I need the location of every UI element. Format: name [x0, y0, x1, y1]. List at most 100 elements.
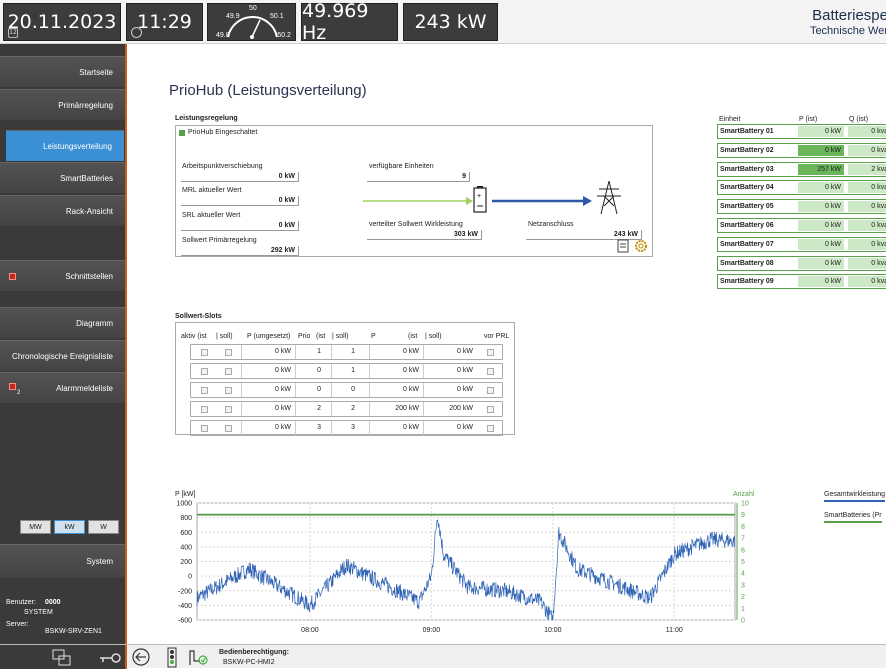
field-label: MRL aktueller Wert: [182, 187, 242, 194]
nav-label: Chronologische Ereignisliste: [12, 351, 113, 361]
battery-row[interactable]: SmartBattery 05 0 kW 0 kva: [717, 199, 886, 215]
battery-row[interactable]: SmartBattery 09 0 kW 0 kva: [717, 274, 886, 290]
unit-kw-button[interactable]: kW: [54, 520, 85, 534]
slot-active-soll-checkbox[interactable]: [225, 387, 232, 394]
slot-separator: [241, 345, 242, 359]
back-arrow-icon[interactable]: [132, 648, 150, 666]
slot-active-ist-checkbox[interactable]: [201, 349, 208, 356]
slot-active-ist-checkbox[interactable]: [201, 406, 208, 413]
slot-separator: [369, 345, 370, 359]
slot-p-ist: 200 kW: [395, 405, 419, 412]
gear-icon[interactable]: [635, 240, 647, 252]
nav-schnittstellen[interactable]: Schnittstellen: [0, 260, 125, 291]
battery-row[interactable]: SmartBattery 02 0 kW 0 kva: [717, 142, 886, 158]
nav-startseite[interactable]: Startseite: [0, 56, 125, 87]
slot-active-soll-checkbox[interactable]: [225, 406, 232, 413]
slot-vor-prl-checkbox[interactable]: [487, 349, 494, 356]
battery-row[interactable]: SmartBattery 04 0 kW 0 kva: [717, 180, 886, 196]
nav-ereignisliste[interactable]: Chronologische Ereignisliste: [0, 340, 125, 371]
slot-active-ist-checkbox[interactable]: [201, 368, 208, 375]
slot-active-ist-checkbox[interactable]: [201, 425, 208, 432]
slot-vor-prl-checkbox[interactable]: [487, 387, 494, 394]
slot-separator: [295, 402, 296, 416]
slot-active-ist-checkbox[interactable]: [201, 387, 208, 394]
slot-prio-soll: 1: [351, 348, 355, 355]
battery-q-value: 0 kva: [848, 238, 886, 250]
slot-p-value: 0 kW: [275, 424, 291, 431]
slot-active-soll-checkbox[interactable]: [225, 368, 232, 375]
nav-leistungsverteilung[interactable]: Leistungsverteilung: [6, 130, 124, 161]
key-icon[interactable]: [99, 652, 121, 664]
slot-separator: [331, 421, 332, 435]
clock-icon: [131, 27, 142, 38]
legend-smartbatteries: SmartBatteries (Pr: [824, 512, 882, 523]
control-panel-title: Leistungsregelung: [175, 115, 238, 122]
slot-separator: [331, 402, 332, 416]
field-value: 0 kW: [181, 196, 299, 206]
power-text: 243 kW: [414, 11, 487, 33]
slot-vor-prl-checkbox[interactable]: [487, 425, 494, 432]
y2-tick-label: 1: [741, 606, 745, 613]
slot-prio-soll: 3: [351, 424, 355, 431]
y-tick-label: 800: [180, 515, 192, 522]
battery-row[interactable]: SmartBattery 01 0 kW 0 kva: [717, 124, 886, 139]
nav-diagramm[interactable]: Diagramm: [0, 307, 125, 338]
power-display: 243 kW: [403, 3, 498, 41]
slots-header: | soll): [425, 333, 442, 340]
slot-active-soll-checkbox[interactable]: [225, 349, 232, 356]
clipboard-icon[interactable]: [617, 239, 629, 253]
y-tick-label: -400: [178, 603, 192, 610]
battery-p-value: 0 kW: [798, 182, 844, 194]
time-text: 11:29: [137, 11, 192, 33]
nav-smartbatteries[interactable]: SmartBatteries: [0, 162, 125, 193]
battery-p-value: 0 kW: [798, 126, 844, 137]
slot-separator: [369, 383, 370, 397]
nav-label: Primärregelung: [58, 100, 113, 110]
slot-p-ist: 0 kW: [403, 367, 419, 374]
nav-rack-ansicht[interactable]: Rack-Ansicht: [0, 195, 125, 226]
battery-name: SmartBattery 05: [720, 203, 774, 211]
field-value: 0 kW: [181, 172, 299, 182]
slot-separator: [295, 345, 296, 359]
time-display: 11:29: [126, 3, 203, 41]
frequency-gauge: 50 49.9 49.8 50.1 -50.2: [207, 3, 296, 41]
nav-alarmmeldeliste[interactable]: 2 Alarmmeldeliste: [0, 372, 125, 403]
user-name: SYSTEM: [24, 609, 53, 616]
input-flow-arrow-icon: [466, 197, 473, 205]
y2-tick-label: 10: [741, 501, 749, 508]
calendar-icon: 12: [8, 28, 18, 38]
alarm-count-badge: 2: [17, 390, 21, 396]
top-bar: 20.11.2023 12 11:29 50 49.9 49.8 50.1 -5…: [0, 0, 886, 44]
unit-mw-button[interactable]: MW: [20, 520, 51, 534]
brand-subtitle: Technische Wer: [809, 25, 886, 37]
slot-active-soll-checkbox[interactable]: [225, 425, 232, 432]
battery-row[interactable]: SmartBattery 07 0 kW 0 kva: [717, 236, 886, 252]
slot-vor-prl-checkbox[interactable]: [487, 368, 494, 375]
slot-vor-prl-checkbox[interactable]: [487, 406, 494, 413]
battery-row[interactable]: SmartBattery 08 0 kW 0 kva: [717, 255, 886, 271]
flow-diagram: +: [363, 181, 621, 215]
battery-name: SmartBattery 08: [720, 259, 774, 267]
x-tick-label: 09:00: [423, 627, 441, 634]
gauge-left-outer: 49.8: [216, 32, 230, 39]
slot-prio-ist: 1: [317, 348, 321, 355]
network-computer-icon[interactable]: [52, 649, 72, 667]
slots-header: (ist: [408, 333, 418, 340]
y2-tick-label: 8: [741, 524, 745, 531]
unit-w-button[interactable]: W: [88, 520, 119, 534]
battery-name: SmartBattery 02: [720, 146, 774, 154]
battery-p-value: 0 kW: [798, 220, 844, 231]
user-value: 0000: [45, 599, 61, 606]
y-axis-label: P [kW]: [175, 491, 196, 498]
nav-primaerregelung[interactable]: Primärregelung: [0, 89, 125, 120]
battery-row[interactable]: SmartBattery 06 0 kW 0 kva: [717, 218, 886, 233]
battery-icon: +: [473, 186, 487, 213]
battery-header-p: P (ist): [799, 116, 818, 123]
user-label: Benutzer:: [6, 599, 36, 606]
server-value: BSKW-SRV-ZEN1: [45, 628, 102, 635]
nav-system[interactable]: System: [0, 544, 125, 578]
y2-axis-label: Anzahl: [733, 491, 755, 498]
battery-row[interactable]: SmartBattery 03 257 kW 2 kva: [717, 161, 886, 177]
slots-header: P: [371, 333, 376, 340]
permission-label: Bedienberechtigung:: [219, 649, 290, 656]
